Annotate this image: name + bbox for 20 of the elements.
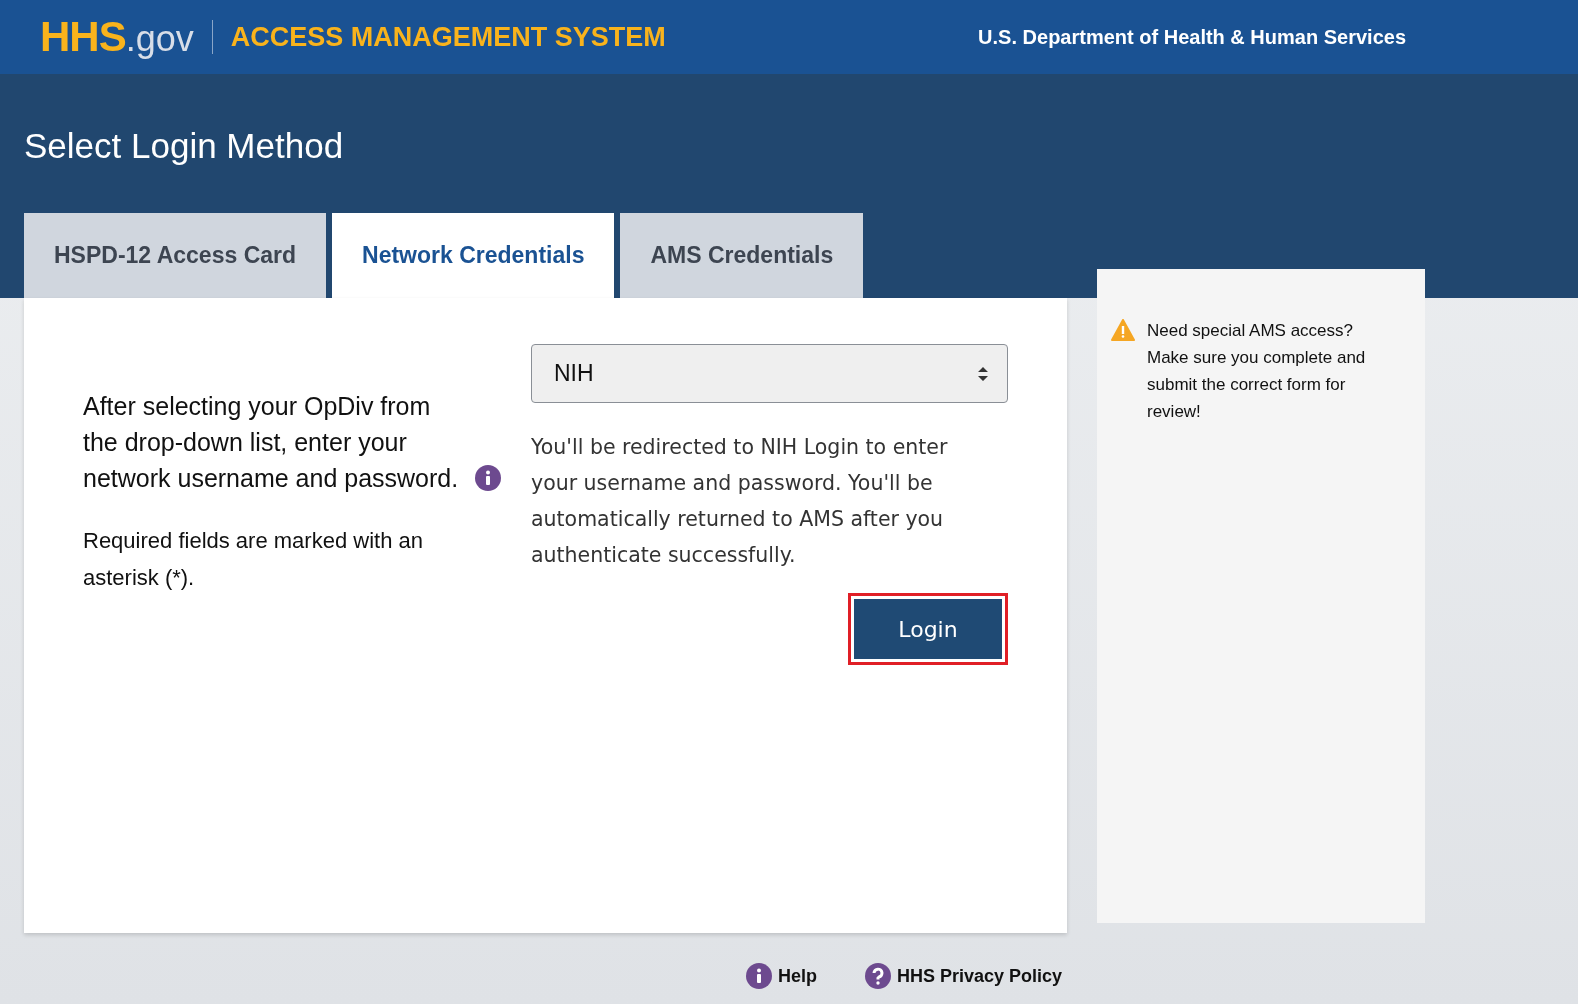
info-icon — [745, 963, 772, 989]
notice-text: Need special AMS access? Make sure you complete and submit the correct form for review! — [1147, 320, 1367, 423]
footer-link[interactable]: Help — [745, 963, 817, 989]
system-name: ACCESS MANAGEMENT SYSTEM — [230, 21, 666, 53]
redirect-note: You'll be redirected to NIH Login to enter your username and password. You'll be automatically returned to AMS after you authenticate successfully. — [531, 434, 949, 569]
login-method-tab[interactable]: AMS Credentials — [620, 213, 864, 298]
login-method-tab[interactable]: HSPD-12 Access Card — [24, 213, 327, 298]
footer-link[interactable]: HHS Privacy Policy — [864, 963, 1063, 989]
login-button[interactable]: Login — [854, 599, 1002, 659]
required-fields-note: Required fields are marked with an asterisk (*). — [83, 527, 424, 592]
warning-icon — [1111, 319, 1135, 341]
page-title: Select Login Method — [24, 126, 345, 166]
department-name: U.S. Department of Health & Human Services — [978, 25, 1406, 49]
hhs-logo[interactable]: HHS.gov — [40, 13, 194, 61]
login-method-tab[interactable]: Network Credentials — [332, 213, 615, 298]
sort-caret-icon — [977, 364, 989, 383]
instructions-text: After selecting your OpDiv from the drop-down list, enter your network username and password. — [83, 391, 460, 494]
info-icon[interactable] — [475, 465, 501, 491]
opdiv-select[interactable]: NIH — [531, 344, 1008, 403]
help-icon — [864, 963, 891, 989]
